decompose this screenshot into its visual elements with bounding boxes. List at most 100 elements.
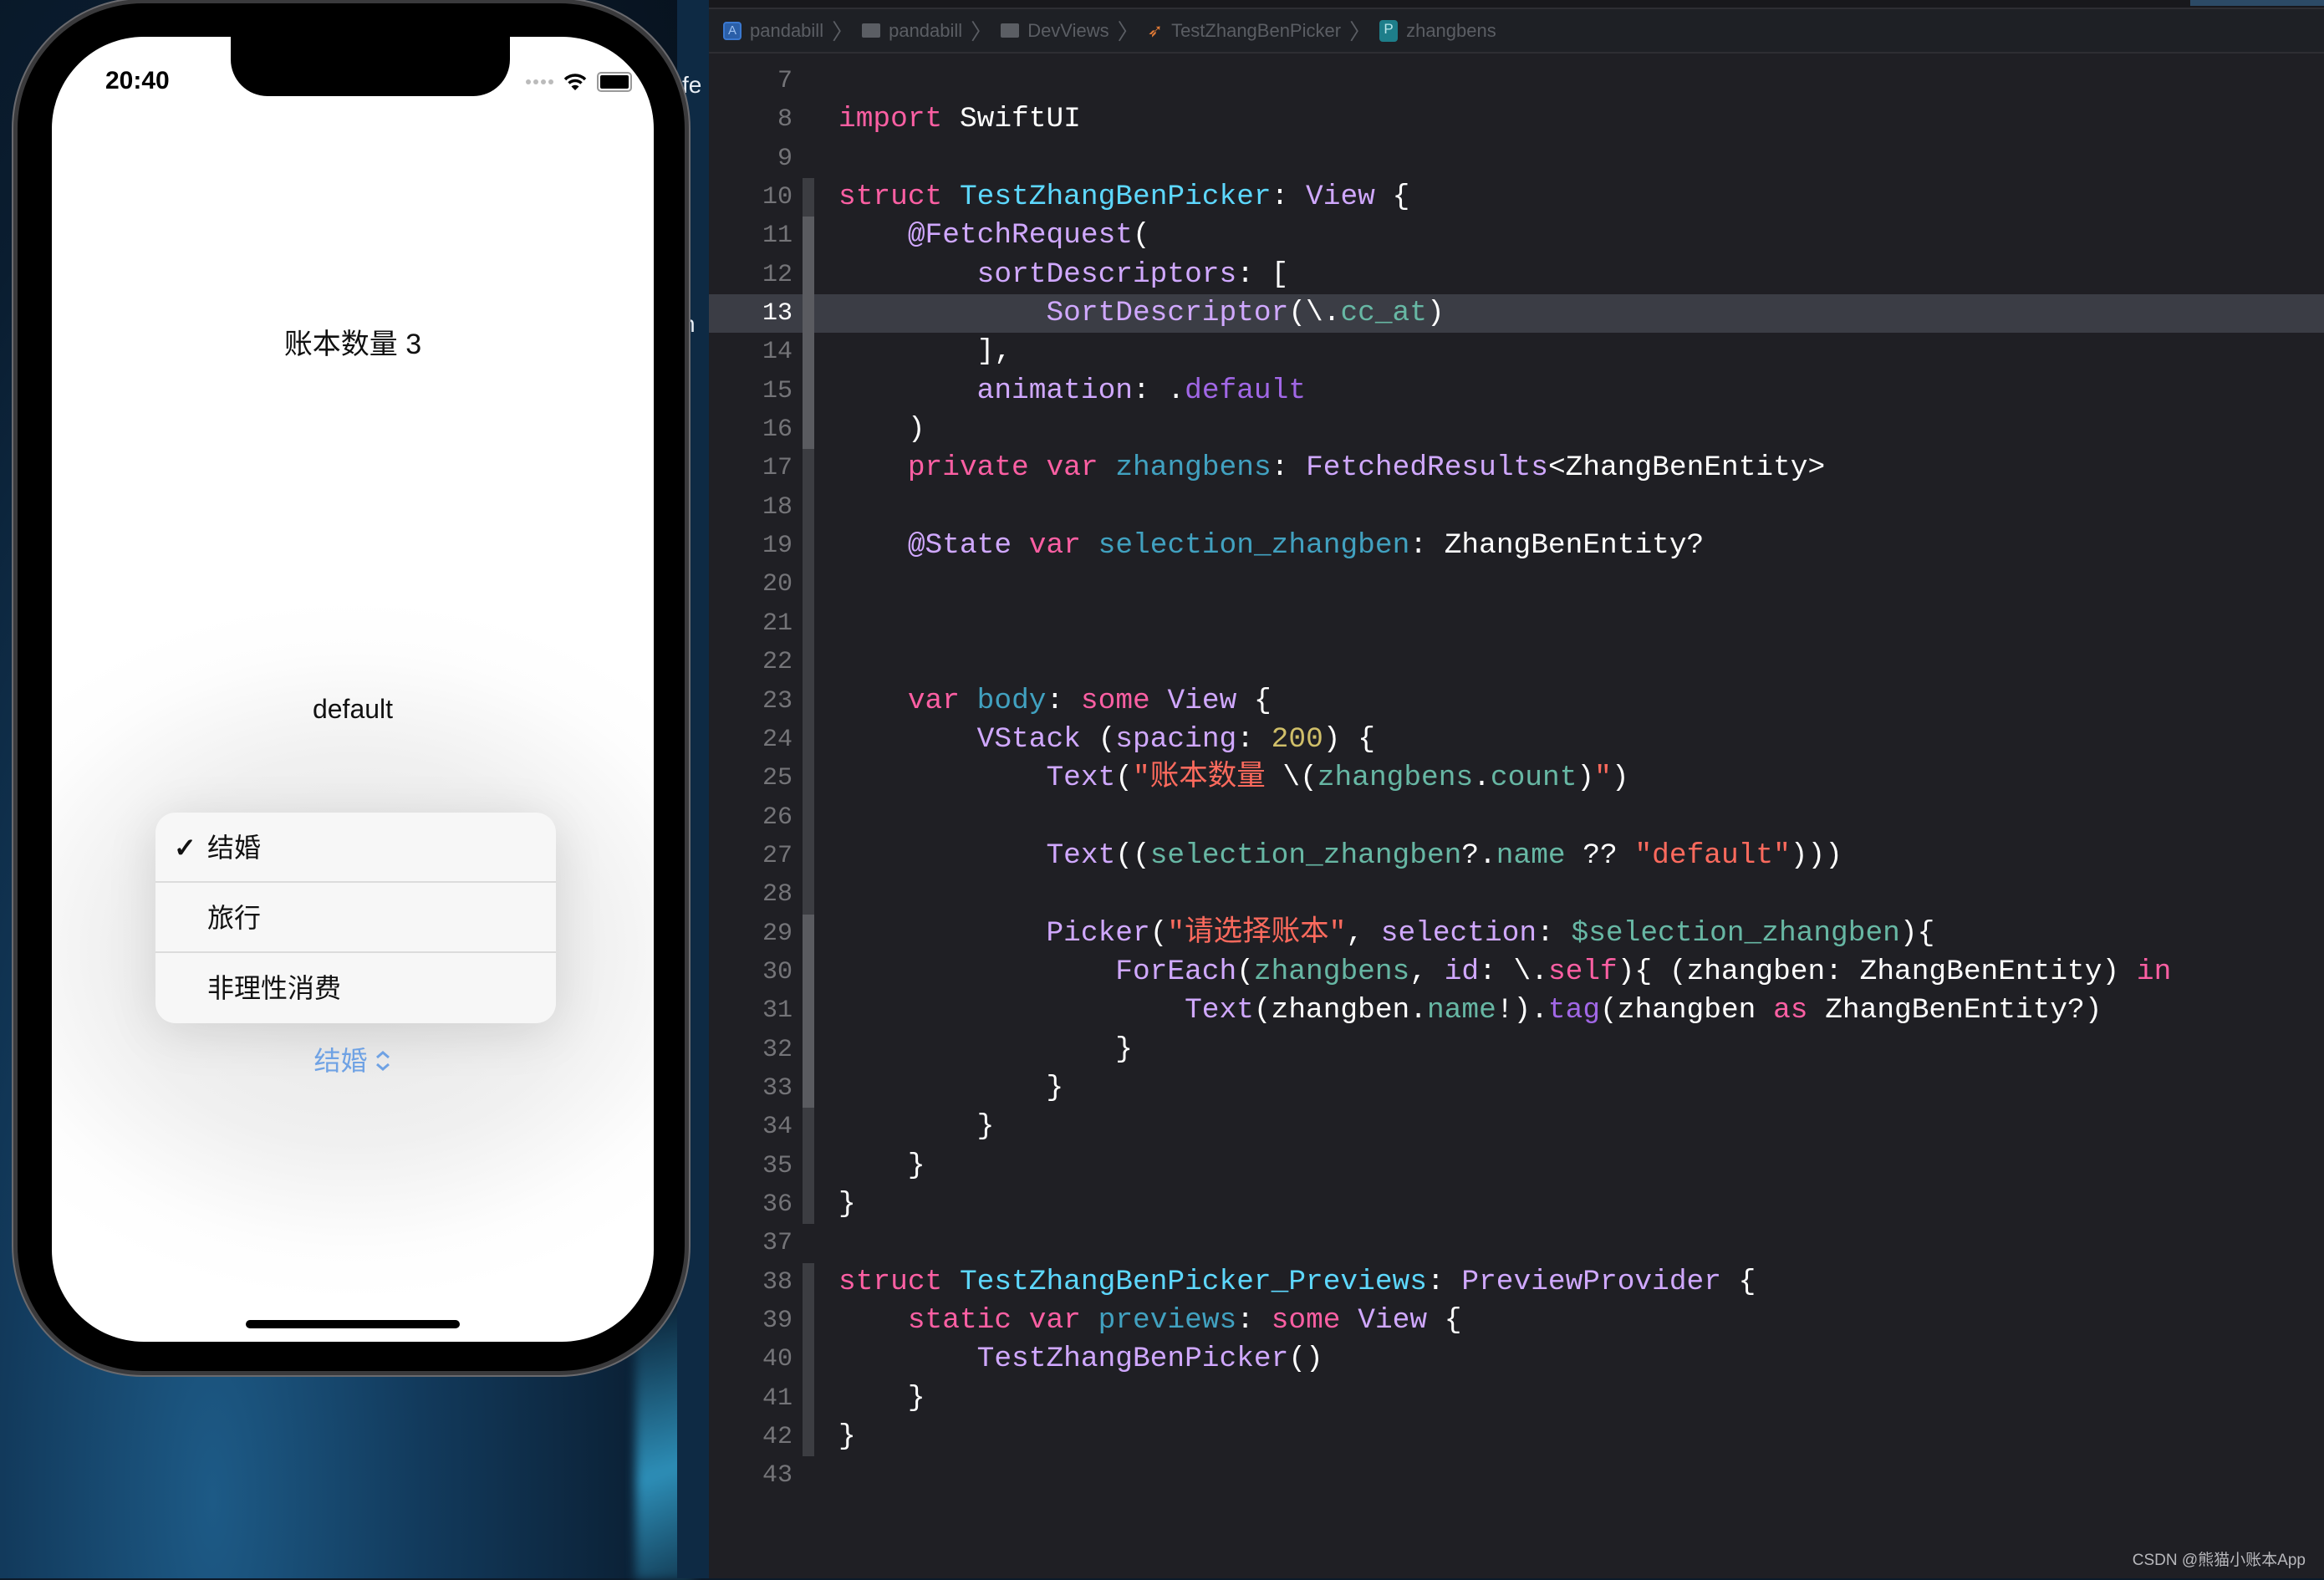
code-folding-ribbon[interactable] — [803, 1146, 814, 1185]
code-folding-ribbon[interactable] — [803, 1379, 814, 1419]
code-folding-ribbon[interactable] — [803, 681, 814, 721]
code-folding-ribbon[interactable] — [803, 643, 814, 682]
code-folding-ribbon[interactable] — [803, 449, 814, 488]
picker-menu-item[interactable]: ✓ 结婚 — [155, 813, 556, 883]
code-line[interactable]: 15 animation: .default — [709, 371, 2324, 411]
code-folding-ribbon[interactable] — [803, 333, 814, 372]
code-folding-ribbon[interactable] — [803, 1418, 814, 1457]
code-line[interactable]: 34 } — [709, 1108, 2324, 1147]
code-line[interactable]: 13 SortDescriptor(\.cc_at) — [709, 294, 2324, 334]
code-folding-ribbon[interactable] — [803, 1108, 814, 1147]
code-folding-ribbon[interactable] — [803, 991, 814, 1031]
picker-menu-item[interactable]: 旅行 — [155, 883, 556, 953]
code-line[interactable]: 20 — [709, 565, 2324, 604]
code-token-proj: cc_at — [1340, 297, 1427, 330]
code-line[interactable]: 8 import SwiftUI — [709, 100, 2324, 139]
xcode-editor: A pandabill 〉 pandabill 〉 DevViews 〉 ➶ T… — [709, 0, 2324, 1578]
code-folding-ribbon[interactable] — [803, 1068, 814, 1109]
breadcrumb-item[interactable]: pandabill — [750, 20, 823, 42]
code-folding-ribbon[interactable] — [803, 1302, 814, 1341]
code-token-num: 200 — [1271, 722, 1323, 756]
code-line[interactable]: 35 } — [709, 1146, 2324, 1185]
code-folding-ribbon[interactable] — [803, 410, 814, 450]
code-folding-ribbon[interactable] — [803, 914, 814, 953]
code-folding-ribbon[interactable] — [803, 1456, 814, 1495]
code-line[interactable]: 38 struct TestZhangBenPicker_Previews: Pr… — [709, 1262, 2324, 1302]
picker-menu-item[interactable]: 非理性消费 — [155, 953, 556, 1023]
code-line[interactable]: 30 ForEach(zhangbens, id: \.self){ (zhan… — [709, 952, 2324, 992]
code-line[interactable]: 32 } — [709, 1030, 2324, 1069]
code-folding-ribbon[interactable] — [803, 62, 814, 100]
code-folding-ribbon[interactable] — [803, 527, 814, 566]
code-folding-ribbon[interactable] — [803, 1185, 814, 1225]
code-line[interactable]: 21 — [709, 604, 2324, 644]
code-line[interactable]: 24 VStack (spacing: 200) { — [709, 720, 2324, 760]
code-token-plain: : — [1271, 181, 1307, 214]
code-line[interactable]: 36} — [709, 1185, 2324, 1225]
code-line[interactable]: 28 — [709, 875, 2324, 915]
code-line[interactable]: 9 — [709, 140, 2324, 178]
picker-button[interactable]: 结婚 — [52, 1040, 654, 1078]
code-line[interactable]: 11 @FetchRequest( — [709, 217, 2324, 256]
code-line[interactable]: 37 — [709, 1224, 2324, 1262]
home-indicator — [246, 1320, 460, 1328]
code-folding-ribbon[interactable] — [803, 836, 814, 876]
code-token-type: TestZhangBenPicker — [976, 1343, 1289, 1376]
code-folding-ribbon[interactable] — [803, 294, 814, 334]
breadcrumb-item[interactable]: DevViews — [1027, 20, 1108, 42]
code-folding-ribbon[interactable] — [803, 1340, 814, 1379]
code-token-plain: ( — [1115, 762, 1133, 795]
line-number: 24 — [762, 725, 793, 754]
code-area[interactable]: 7 8 import SwiftUI 9 10 struct TestZhangBenPi… — [709, 62, 2324, 1496]
code-folding-ribbon[interactable] — [803, 1224, 814, 1262]
code-line[interactable]: 33 } — [709, 1068, 2324, 1109]
breadcrumb-item[interactable]: TestZhangBenPicker — [1171, 20, 1341, 42]
code-line[interactable]: 12 sortDescriptors: [ — [709, 255, 2324, 295]
code-line[interactable]: 42} — [709, 1418, 2324, 1457]
code-folding-ribbon[interactable] — [803, 178, 814, 217]
line-number: 38 — [762, 1267, 793, 1297]
breadcrumb-item[interactable]: zhangbens — [1406, 20, 1496, 42]
code-line[interactable]: 22 — [709, 643, 2324, 682]
code-line[interactable]: 23 var body: some View { — [709, 681, 2324, 721]
code-folding-ribbon[interactable] — [803, 759, 814, 798]
code-folding-ribbon[interactable] — [803, 1262, 814, 1302]
code-folding-ribbon[interactable] — [803, 875, 814, 915]
code-line[interactable]: 27 Text((selection_zhangben?.name ?? "de… — [709, 836, 2324, 876]
code-line[interactable]: 43 — [709, 1456, 2324, 1495]
code-folding-ribbon[interactable] — [803, 217, 814, 256]
code-folding-ribbon[interactable] — [803, 255, 814, 295]
code-folding-ribbon[interactable] — [803, 371, 814, 411]
code-folding-ribbon[interactable] — [803, 604, 814, 644]
code-folding-ribbon[interactable] — [803, 952, 814, 992]
code-line[interactable]: 16 ) — [709, 410, 2324, 450]
code-line[interactable]: 29 Picker("请选择账本", selection: $selection… — [709, 914, 2324, 953]
code-line[interactable]: 39 static var previews: some View { — [709, 1302, 2324, 1341]
code-folding-ribbon[interactable] — [803, 798, 814, 837]
code-line[interactable]: 18 — [709, 487, 2324, 528]
code-token-kw: var — [1028, 529, 1081, 563]
code-token-plain: ) — [838, 413, 925, 446]
code-line[interactable]: 31 Text(zhangben.name!).tag(zhangben as … — [709, 991, 2324, 1031]
code-line[interactable]: 7 — [709, 62, 2324, 100]
code-folding-ribbon[interactable] — [803, 720, 814, 760]
code-folding-ribbon[interactable] — [803, 1030, 814, 1069]
code-token-proj: name — [1426, 994, 1496, 1027]
code-line[interactable]: 17 private var zhangbens: FetchedResults… — [709, 449, 2324, 488]
line-number: 43 — [762, 1461, 793, 1491]
code-line[interactable]: 41 } — [709, 1379, 2324, 1419]
code-line[interactable]: 19 @State var selection_zhangben: ZhangB… — [709, 527, 2324, 566]
code-line[interactable]: 26 — [709, 798, 2324, 837]
code-folding-ribbon[interactable] — [803, 487, 814, 528]
code-line[interactable]: 10 struct TestZhangBenPicker: View { — [709, 178, 2324, 217]
code-line[interactable]: 14 ], — [709, 333, 2324, 372]
code-line[interactable]: 40 TestZhangBenPicker() — [709, 1340, 2324, 1379]
code-folding-ribbon[interactable] — [803, 100, 814, 139]
code-folding-ribbon[interactable] — [803, 140, 814, 178]
code-folding-ribbon[interactable] — [803, 565, 814, 604]
code-line[interactable]: 25 Text("账本数量 \(zhangbens.count)") — [709, 759, 2324, 798]
breadcrumb-item[interactable]: pandabill — [889, 20, 962, 42]
